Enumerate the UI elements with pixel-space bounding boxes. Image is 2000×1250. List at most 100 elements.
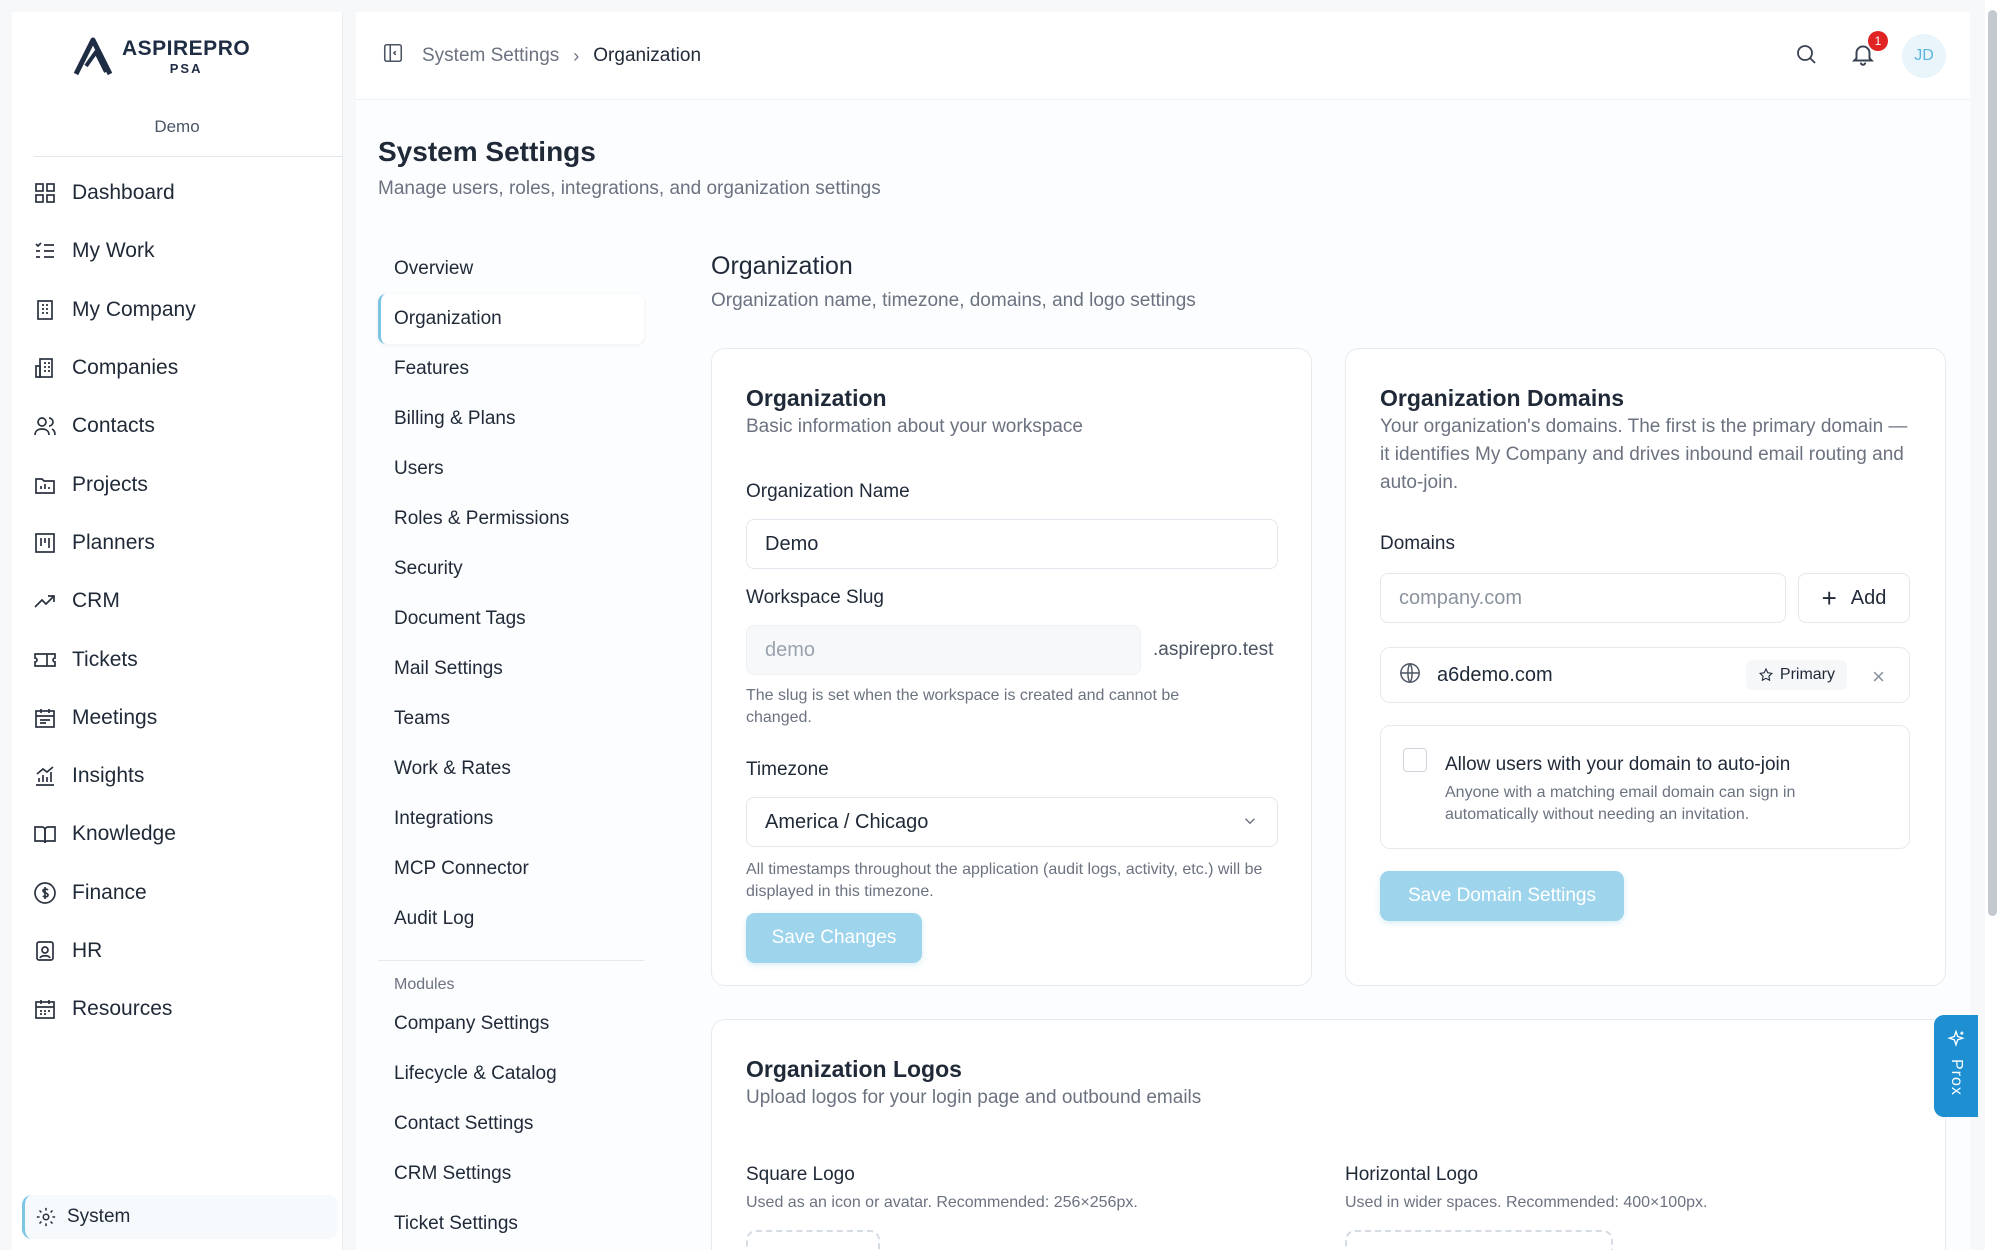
- prox-assistant-tab[interactable]: Prox: [1934, 1015, 1978, 1117]
- settings-nav-item-active[interactable]: Organization: [378, 294, 644, 344]
- brand-sub: PSA: [169, 60, 203, 76]
- notification-count-badge: 1: [1868, 30, 1888, 51]
- card-title: Organization: [746, 385, 887, 411]
- nav-label: Dashboard: [72, 181, 175, 205]
- domain-list-item: a6demo.com Primary ×: [1380, 647, 1910, 703]
- settings-nav-item[interactable]: Teams: [378, 694, 644, 744]
- calendar-grid-icon: [32, 996, 58, 1022]
- settings-nav-item[interactable]: Billing & Plans: [378, 394, 644, 444]
- nav-item-finance[interactable]: Finance: [32, 864, 332, 922]
- settings-nav-item[interactable]: Features: [378, 344, 644, 394]
- settings-nav-item[interactable]: Mail Settings: [378, 644, 644, 694]
- save-domain-settings-button[interactable]: Save Domain Settings: [1380, 871, 1624, 921]
- nav-label: System: [67, 1206, 131, 1227]
- org-name-input[interactable]: Demo: [746, 519, 1278, 569]
- settings-nav-item[interactable]: Security: [378, 544, 644, 594]
- list-check-icon: [32, 238, 58, 264]
- star-icon: [1758, 667, 1773, 682]
- prox-label: Prox: [1948, 1059, 1965, 1096]
- square-logo-dropzone[interactable]: [746, 1230, 880, 1250]
- brand-logo[interactable]: ASPIREPRO PSA: [72, 34, 250, 78]
- avatar[interactable]: JD: [1902, 34, 1946, 78]
- org-name-label: Organization Name: [746, 481, 910, 502]
- breadcrumb: System Settings › Organization: [382, 42, 701, 70]
- close-icon[interactable]: ×: [1872, 664, 1885, 690]
- nav-label: Tickets: [72, 647, 138, 671]
- nav-item-system[interactable]: System: [22, 1195, 338, 1239]
- domain-input[interactable]: company.com: [1380, 573, 1786, 623]
- nav-item-planners[interactable]: Planners: [32, 514, 332, 572]
- dollar-icon: [32, 880, 58, 906]
- dashboard-icon: [32, 180, 58, 206]
- autojoin-checkbox[interactable]: [1403, 748, 1427, 772]
- notifications-button[interactable]: 1: [1850, 30, 1888, 72]
- add-domain-button[interactable]: + Add: [1798, 573, 1910, 623]
- settings-nav-item[interactable]: Audit Log: [378, 894, 644, 944]
- settings-nav-item[interactable]: Users: [378, 444, 644, 494]
- gear-icon: [36, 1207, 56, 1227]
- domain-name: a6demo.com: [1437, 663, 1553, 686]
- add-label: Add: [1850, 586, 1887, 609]
- nav-item-resources[interactable]: Resources: [32, 980, 332, 1038]
- scrollbar-thumb[interactable]: [1988, 10, 1997, 916]
- slug-label: Workspace Slug: [746, 587, 884, 608]
- nav-item-dashboard[interactable]: Dashboard: [32, 164, 332, 222]
- nav-item-contacts[interactable]: Contacts: [32, 397, 332, 455]
- breadcrumb-current: Organization: [593, 45, 702, 66]
- nav-item-my-work[interactable]: My Work: [32, 222, 332, 280]
- sidebar: ASPIREPRO PSA Demo Dashboard My Work My …: [12, 12, 343, 1250]
- organization-card: Organization Basic information about you…: [711, 348, 1312, 986]
- nav-item-meetings[interactable]: Meetings: [32, 689, 332, 747]
- logo-mark-icon: [73, 37, 113, 76]
- globe-icon: [1399, 662, 1421, 689]
- breadcrumb-parent[interactable]: System Settings: [422, 45, 559, 67]
- domains-card: Organization Domains Your organization's…: [1345, 348, 1946, 986]
- settings-module-item[interactable]: Company Settings: [378, 999, 644, 1049]
- sidebar-toggle-icon[interactable]: [382, 42, 404, 70]
- nav-item-tickets[interactable]: Tickets: [32, 630, 332, 688]
- settings-module-item[interactable]: Lifecycle & Catalog: [378, 1049, 644, 1099]
- nav-item-projects[interactable]: Projects: [32, 455, 332, 513]
- slug-input: demo: [746, 625, 1141, 675]
- folder-icon: [32, 472, 58, 498]
- logos-card: Organization Logos Upload logos for your…: [711, 1019, 1946, 1250]
- nav-label: Projects: [72, 472, 148, 496]
- modules-heading: Modules: [394, 976, 455, 993]
- settings-nav-item[interactable]: Roles & Permissions: [378, 494, 644, 544]
- settings-module-item[interactable]: CRM Settings: [378, 1149, 644, 1199]
- card-subtitle: Your organization's domains. The first i…: [1380, 416, 1908, 493]
- primary-badge[interactable]: Primary: [1745, 660, 1847, 690]
- settings-nav-item[interactable]: Overview: [378, 244, 644, 294]
- nav-item-companies[interactable]: Companies: [32, 339, 332, 397]
- nav-item-hr[interactable]: HR: [32, 922, 332, 980]
- timezone-select[interactable]: America / Chicago: [746, 797, 1278, 847]
- id-badge-icon: [32, 938, 58, 964]
- horizontal-logo-dropzone[interactable]: [1345, 1230, 1613, 1250]
- settings-nav-item[interactable]: Integrations: [378, 794, 644, 844]
- page-subtitle: Manage users, roles, integrations, and o…: [378, 178, 881, 199]
- settings-module-item[interactable]: Contact Settings: [378, 1099, 644, 1149]
- settings-nav-item[interactable]: Work & Rates: [378, 744, 644, 794]
- card-title: Organization Logos: [746, 1056, 962, 1082]
- card-subtitle: Upload logos for your login page and out…: [746, 1087, 1202, 1108]
- search-icon[interactable]: [1794, 42, 1818, 71]
- chart-icon: [32, 763, 58, 789]
- divider: [34, 156, 342, 157]
- settings-nav-item[interactable]: MCP Connector: [378, 844, 644, 894]
- settings-nav-item[interactable]: Document Tags: [378, 594, 644, 644]
- ticket-icon: [32, 647, 58, 673]
- nav-item-crm[interactable]: CRM: [32, 572, 332, 630]
- buildings-icon: [32, 355, 58, 381]
- calendar-icon: [32, 705, 58, 731]
- plus-icon: +: [1821, 582, 1837, 613]
- nav-item-knowledge[interactable]: Knowledge: [32, 805, 332, 863]
- settings-module-item[interactable]: Ticket Settings: [378, 1199, 644, 1249]
- save-changes-button[interactable]: Save Changes: [746, 913, 922, 963]
- domains-label: Domains: [1380, 533, 1455, 554]
- page-title: System Settings: [378, 136, 596, 167]
- nav-item-insights[interactable]: Insights: [32, 747, 332, 805]
- nav-label: Contacts: [72, 414, 155, 438]
- nav-item-my-company[interactable]: My Company: [32, 281, 332, 339]
- scrollbar[interactable]: [1985, 0, 2000, 1250]
- timezone-value: America / Chicago: [765, 810, 929, 833]
